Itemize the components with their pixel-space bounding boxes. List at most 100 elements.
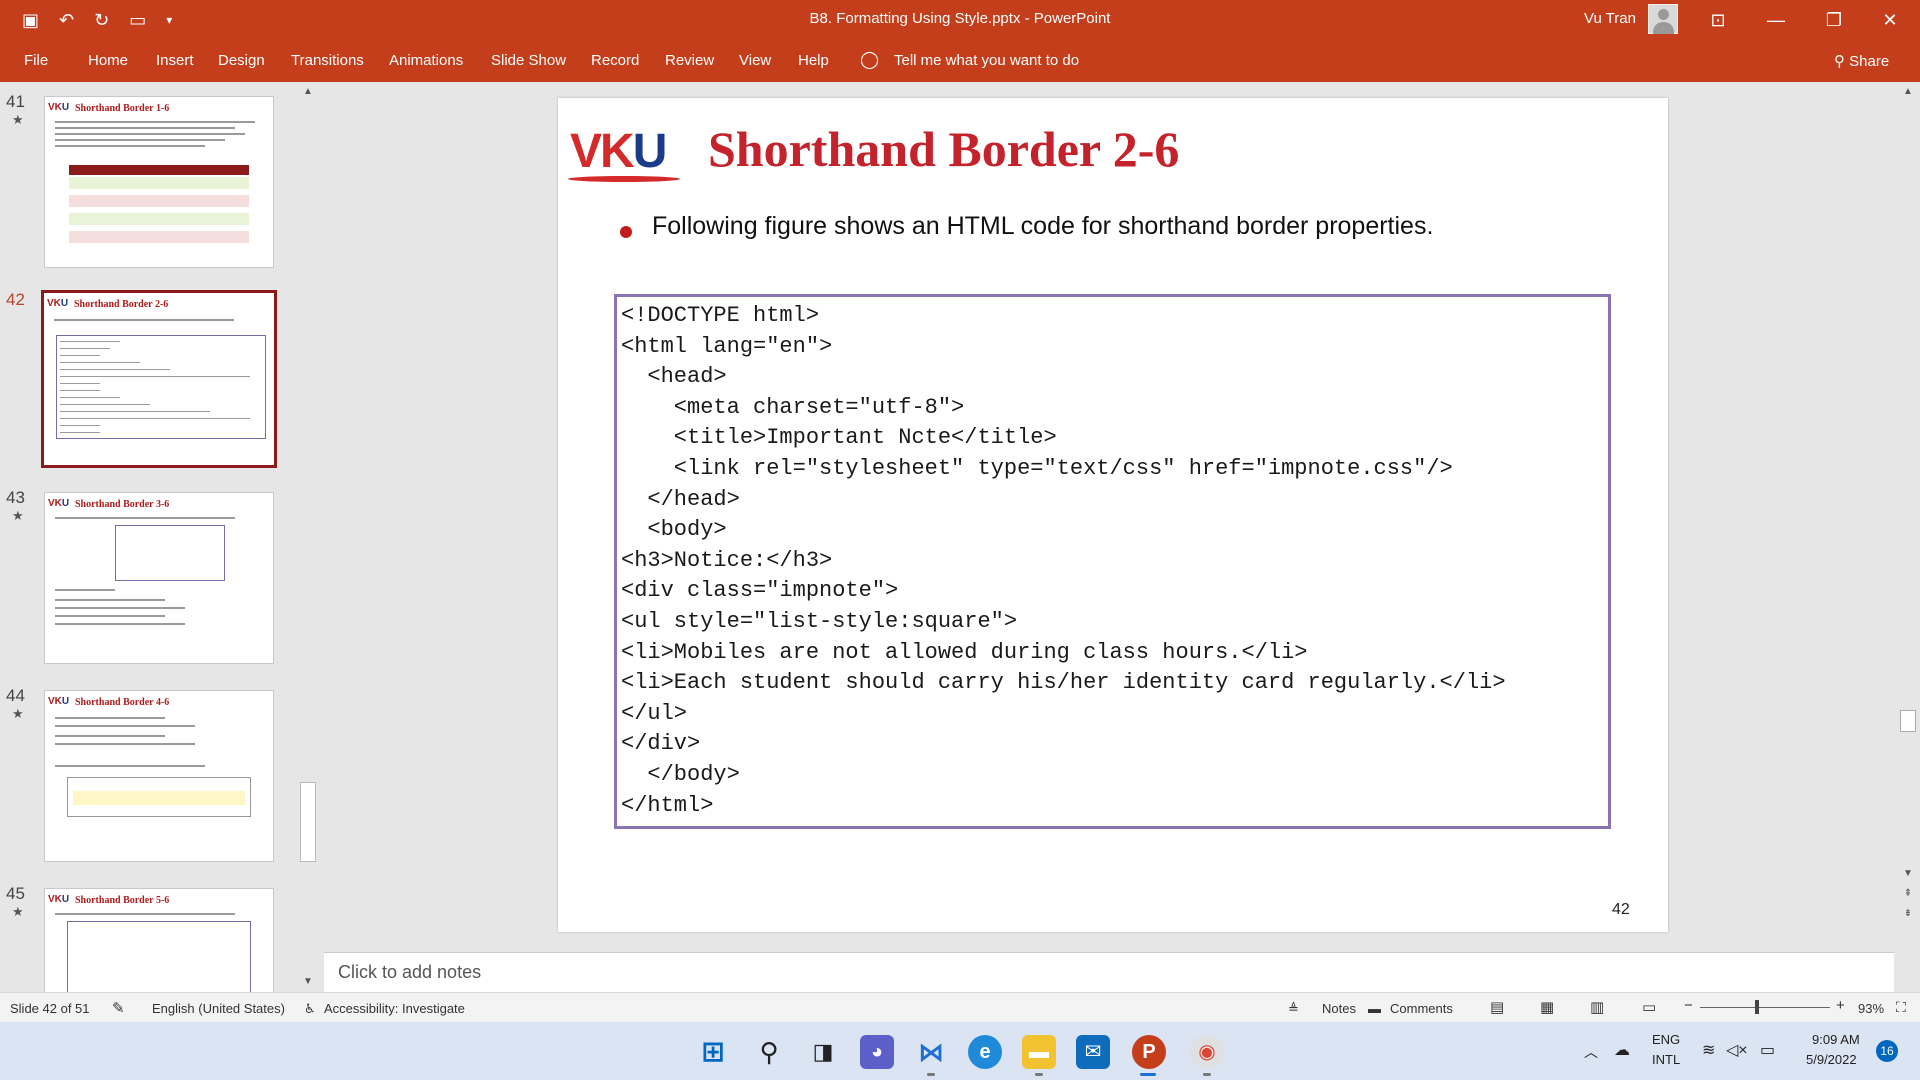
slide-scroll-handle[interactable] — [1900, 710, 1916, 732]
logo-swoosh — [568, 176, 680, 182]
notes-placeholder[interactable]: Click to add notes — [338, 962, 481, 983]
animation-star-icon: ★ — [12, 706, 24, 721]
edge-icon[interactable]: e — [968, 1035, 1002, 1069]
slide-thumbnail-pane: 41 ★ VKU Shorthand Border 1-6 42 VKU Sho… — [0, 82, 318, 992]
task-view-icon[interactable]: ◨ — [806, 1035, 840, 1069]
slide-title[interactable]: Shorthand Border 2-6 — [708, 120, 1179, 178]
animation-star-icon: ★ — [12, 112, 24, 127]
thumbnail-scroll-handle[interactable] — [300, 782, 316, 862]
slide-thumbnail-45[interactable]: VKU Shorthand Border 5-6 — [44, 888, 274, 992]
windows-start-icon[interactable]: ⊞ — [696, 1035, 730, 1069]
previous-slide-icon[interactable]: ⇞ — [1900, 888, 1916, 899]
slide-thumbnail-44[interactable]: VKU Shorthand Border 4-6 — [44, 690, 274, 862]
tab-review[interactable]: Review — [665, 52, 714, 69]
tab-home[interactable]: Home — [88, 52, 128, 69]
code-line: </body> — [621, 761, 740, 787]
code-line: <li>Mobiles are not allowed during class… — [621, 639, 1308, 665]
powerpoint-icon[interactable]: P — [1132, 1035, 1166, 1069]
slide-thumbnail-42[interactable]: VKU Shorthand Border 2-6 — [41, 290, 277, 468]
language-bottom[interactable]: INTL — [1652, 1052, 1680, 1067]
thumbnail-number: 44 — [6, 686, 25, 705]
scroll-down-icon[interactable]: ▼ — [1900, 868, 1916, 879]
tab-transitions[interactable]: Transitions — [291, 52, 364, 69]
user-name[interactable]: Vu Tran — [1584, 10, 1636, 27]
thumbnail-logo: VKU — [48, 498, 70, 509]
tab-view[interactable]: View — [739, 52, 771, 69]
scroll-up-icon[interactable]: ▲ — [1900, 86, 1916, 97]
battery-icon[interactable]: ▭ — [1760, 1040, 1775, 1060]
file-explorer-icon[interactable]: ▬ — [1022, 1035, 1056, 1069]
clock-date[interactable]: 5/9/2022 — [1806, 1052, 1857, 1067]
code-line: <head> — [621, 364, 727, 390]
slide-thumbnail-43[interactable]: VKU Shorthand Border 3-6 — [44, 492, 274, 664]
language-status[interactable]: English (United States) — [152, 1001, 285, 1016]
slide-canvas[interactable]: VKU Shorthand Border 2-6 Following figur… — [558, 98, 1668, 932]
cloud-icon[interactable]: ☁ — [1614, 1040, 1630, 1060]
code-line: <div class="impnote"> — [621, 578, 899, 604]
bullet-text[interactable]: Following figure shows an HTML code for … — [652, 212, 1433, 241]
slide-number: 42 — [1612, 901, 1630, 918]
user-avatar[interactable] — [1648, 4, 1678, 34]
tab-animations[interactable]: Animations — [389, 52, 463, 69]
notes-pane[interactable]: Click to add notes — [324, 952, 1894, 992]
chat-icon[interactable]: ◕ — [860, 1035, 894, 1069]
thumbnail-scrollbar[interactable]: ▲ ▼ — [298, 82, 318, 992]
code-line: <li>Each student should carry his/her id… — [621, 670, 1506, 696]
tab-help[interactable]: Help — [798, 52, 829, 69]
accessibility-icon[interactable]: ♿︎ — [304, 1001, 316, 1017]
zoom-slider[interactable] — [1700, 1007, 1830, 1008]
close-button[interactable]: ✕ — [1870, 6, 1910, 34]
fit-to-window-icon[interactable]: ⛶ — [1896, 999, 1906, 1016]
zoom-slider-handle[interactable] — [1755, 1000, 1759, 1014]
code-line: <body> — [621, 517, 727, 543]
accessibility-status[interactable]: Accessibility: Investigate — [324, 1001, 465, 1016]
thumbnail-logo: VKU — [48, 894, 70, 905]
thumbnail-logo: VKU — [47, 298, 69, 309]
slide-scrollbar[interactable]: ▲ ▼ ⇞ ⇟ — [1896, 82, 1920, 992]
restore-button[interactable]: ❐ — [1814, 6, 1854, 34]
wifi-icon[interactable]: ≋ — [1702, 1040, 1715, 1060]
volume-icon[interactable]: ◁× — [1726, 1040, 1748, 1060]
tell-me-search[interactable]: Tell me what you want to do — [894, 52, 1079, 69]
status-bar: Slide 42 of 51 ✎ English (United States)… — [0, 992, 1920, 1022]
spelling-check-icon[interactable]: ✎ — [112, 999, 125, 1017]
bullet-icon — [620, 226, 632, 238]
minimize-button[interactable]: — — [1756, 6, 1796, 34]
slide-show-icon[interactable]: ▭ — [1642, 998, 1656, 1016]
chrome-icon[interactable]: ◉ — [1190, 1035, 1224, 1069]
zoom-out-icon[interactable]: − — [1684, 997, 1693, 1014]
ribbon-display-options-icon[interactable]: ⊡ — [1698, 6, 1738, 34]
running-indicator — [1035, 1073, 1043, 1076]
normal-view-icon[interactable]: ▤ — [1490, 998, 1504, 1016]
tab-file[interactable]: File — [24, 52, 48, 69]
code-image[interactable]: <!DOCTYPE html> <html lang="en"> <head> … — [614, 294, 1611, 829]
show-hidden-icons-icon[interactable]: ︿ — [1584, 1042, 1598, 1062]
zoom-in-icon[interactable]: + — [1836, 997, 1845, 1014]
notes-icon[interactable]: ≜ — [1288, 1001, 1299, 1017]
comments-button[interactable]: Comments — [1390, 1001, 1453, 1016]
tab-insert[interactable]: Insert — [156, 52, 194, 69]
tab-record[interactable]: Record — [591, 52, 639, 69]
thumbnail-number: 45 — [6, 884, 25, 903]
search-icon[interactable]: ⚲ — [752, 1035, 786, 1069]
tab-slide-show[interactable]: Slide Show — [491, 52, 566, 69]
reading-view-icon[interactable]: ▥ — [1590, 998, 1604, 1016]
active-app-indicator — [1140, 1073, 1156, 1076]
mail-icon[interactable]: ✉ — [1076, 1035, 1110, 1069]
slide-thumbnail-41[interactable]: VKU Shorthand Border 1-6 — [44, 96, 274, 268]
next-slide-icon[interactable]: ⇟ — [1900, 908, 1916, 919]
scroll-down-icon[interactable]: ▼ — [300, 976, 316, 987]
comments-icon[interactable]: ▬ — [1368, 1001, 1381, 1016]
notification-badge[interactable]: 16 — [1876, 1040, 1898, 1062]
tab-design[interactable]: Design — [218, 52, 265, 69]
scroll-up-icon[interactable]: ▲ — [300, 86, 316, 97]
code-line: <!DOCTYPE html> — [621, 303, 820, 328]
vscode-icon[interactable]: ⋈ — [914, 1035, 948, 1069]
share-button[interactable]: ⚲ Share — [1834, 52, 1889, 70]
slide-sorter-icon[interactable]: ▦ — [1540, 998, 1554, 1016]
notes-button[interactable]: Notes — [1322, 1001, 1356, 1016]
language-top[interactable]: ENG — [1652, 1032, 1680, 1047]
clock-time[interactable]: 9:09 AM — [1812, 1032, 1860, 1047]
running-indicator — [1203, 1073, 1211, 1076]
zoom-level[interactable]: 93% — [1858, 1001, 1884, 1016]
